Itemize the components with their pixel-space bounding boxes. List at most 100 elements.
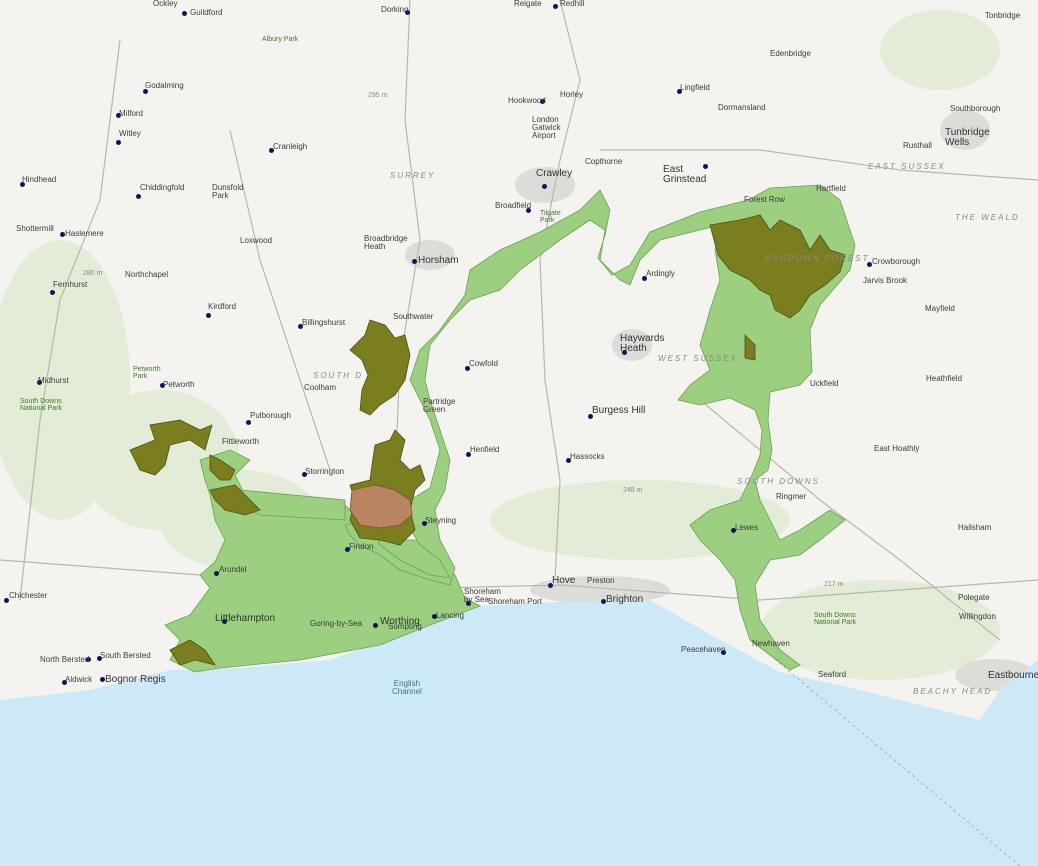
map-label-the-weald: THE WEALD bbox=[955, 213, 1020, 222]
map-label-crowborough: Crowborough bbox=[872, 257, 921, 266]
map-label-goring: Goring-by-Sea bbox=[310, 619, 363, 628]
map-label-burgess-hill: Burgess Hill bbox=[592, 405, 646, 416]
map-label-eastbourne: Eastbourne bbox=[988, 670, 1038, 681]
map-label-elev-3: 280 m bbox=[83, 270, 103, 277]
map-label-petworth: Petworth bbox=[163, 380, 195, 389]
map-label-west-sussex: WEST SUSSEX bbox=[658, 354, 738, 363]
map-label-horley: Horley bbox=[560, 90, 584, 99]
map-label-surrey: SURREY bbox=[390, 171, 436, 180]
map-label-coolham: Coolham bbox=[304, 383, 337, 392]
map-label-dorking: Dorking bbox=[381, 5, 409, 14]
town-dot-chiddingfold bbox=[136, 194, 141, 199]
map-label-hindhead: Hindhead bbox=[22, 175, 57, 184]
map-label-northchapel: Northchapel bbox=[125, 270, 169, 279]
map-label-south-downs-1: SOUTH D bbox=[313, 371, 363, 380]
map-label-hove: Hove bbox=[552, 575, 576, 586]
town-dot-pulborough bbox=[246, 420, 251, 425]
map-label-billingshurst: Billingshurst bbox=[302, 318, 346, 327]
map-label-lingfield: Lingfield bbox=[680, 83, 710, 92]
map-label-crawley: Crawley bbox=[536, 168, 573, 179]
map-label-tunbridge: Tunbridge Wells bbox=[945, 127, 990, 148]
map-label-east-hoathly: East Hoathly bbox=[874, 444, 920, 453]
map-label-cowfold: Cowfold bbox=[469, 359, 498, 368]
map-canvas[interactable]: Guildford Ockley Dorking Reigate Redhill Tonb… bbox=[0, 0, 1038, 866]
map-label-fittleworth: Fittleworth bbox=[222, 437, 259, 446]
map-label-partridge-green: Partridge Green bbox=[423, 397, 456, 414]
map-label-pulborough: Pulborough bbox=[250, 411, 291, 420]
map-label-sdnp-2: South Downs National Park bbox=[814, 612, 857, 626]
map-label-storrington: Storrington bbox=[305, 467, 345, 476]
map-label-bognor: Bognor Regis bbox=[105, 674, 166, 685]
map-label-henfield: Henfield bbox=[470, 445, 500, 454]
map-label-midhurst: Midhurst bbox=[38, 376, 69, 385]
map-label-reigate: Reigate bbox=[514, 0, 542, 8]
map-label-witley: Witley bbox=[119, 129, 141, 138]
town-dot-crawley bbox=[542, 184, 547, 189]
map-label-jarvis-brook: Jarvis Brook bbox=[863, 276, 908, 285]
map-label-broadfield: Broadfield bbox=[495, 201, 532, 210]
map-label-heathfield: Heathfield bbox=[926, 374, 963, 383]
map-label-english-channel: English Channel bbox=[392, 679, 422, 696]
town-dot-witley bbox=[116, 140, 121, 145]
town-dot-horsham bbox=[412, 259, 417, 264]
map-label-dunsfold: Dunsfold Park bbox=[212, 183, 244, 200]
map-label-tilgate: Tilgate Park bbox=[540, 210, 561, 224]
map-label-tonbridge: Tonbridge bbox=[985, 11, 1021, 20]
map-label-ashdown: ASHDOWN FOREST bbox=[765, 254, 870, 263]
town-dot-guildford bbox=[182, 11, 187, 16]
map-label-findon: Findon bbox=[349, 542, 374, 551]
map-label-south-bersted: South Bersted bbox=[100, 651, 151, 660]
map-label-chichester: Chichester bbox=[9, 591, 48, 600]
map-label-preston: Preston bbox=[587, 576, 615, 585]
map-label-aldwick: Aldwick bbox=[65, 675, 93, 684]
map-label-gatwick: London Gatwick Airport bbox=[532, 115, 561, 140]
map-label-newhaven: Newhaven bbox=[752, 639, 790, 648]
map-label-lewes: Lewes bbox=[735, 523, 759, 532]
map-label-forest-row: Forest Row bbox=[744, 195, 785, 204]
map-label-brighton: Brighton bbox=[606, 594, 644, 605]
town-dot-kirdford bbox=[206, 313, 211, 318]
map-label-godalming: Godalming bbox=[145, 81, 184, 90]
map-label-beachy-head: BEACHY HEAD bbox=[913, 687, 993, 696]
map-label-hassocks: Hassocks bbox=[570, 452, 605, 461]
map-label-haywards-heath: Haywards Heath bbox=[620, 333, 665, 354]
map-label-littlehampton: Littlehampton bbox=[215, 613, 276, 624]
town-dot-fernhurst bbox=[50, 290, 55, 295]
map-label-milford: Milford bbox=[119, 109, 144, 118]
town-dot-redhill bbox=[553, 4, 558, 9]
map-label-willingdon: Willingdon bbox=[959, 612, 996, 621]
map-label-kirdford: Kirdford bbox=[208, 302, 237, 311]
map-label-elev-1: 217 m bbox=[824, 581, 844, 588]
map-label-dormansland: Dormansland bbox=[718, 103, 766, 112]
map-label-lancing: Lancing bbox=[436, 611, 465, 620]
map-label-guildford: Guildford bbox=[190, 8, 223, 17]
map-label-broadbridge: Broadbridge Heath bbox=[364, 234, 408, 251]
map-label-seaford: Seaford bbox=[818, 670, 847, 679]
map-label-south-downs-2: SOUTH DOWNS bbox=[737, 477, 820, 486]
map-label-loxwood: Loxwood bbox=[240, 236, 273, 245]
map-label-north-bersted: North Bersted bbox=[40, 655, 90, 664]
map-base-layer bbox=[0, 0, 1038, 866]
map-label-arundel: Arundel bbox=[219, 565, 247, 574]
map-label-east-grinstead: East Grinstead bbox=[663, 164, 707, 185]
map-label-edenbridge: Edenbridge bbox=[770, 49, 811, 58]
map-label-uckfield: Uckfield bbox=[810, 379, 839, 388]
map-label-elev-4: 295 m bbox=[368, 92, 388, 99]
map-label-ringmer: Ringmer bbox=[776, 492, 807, 501]
map-label-haslemere: Haslemere bbox=[65, 229, 104, 238]
map-label-hailsham: Hailsham bbox=[958, 523, 992, 532]
map-label-petworth-park: Petworth Park bbox=[133, 366, 161, 380]
map-label-copthorne: Copthorne bbox=[585, 157, 623, 166]
town-dot-worthing bbox=[373, 623, 378, 628]
map-label-rusthall: Rusthall bbox=[903, 141, 932, 150]
map-label-mayfield: Mayfield bbox=[925, 304, 955, 313]
map-label-fernhurst: Fernhurst bbox=[53, 280, 88, 289]
map-label-redhill: Redhill bbox=[560, 0, 585, 8]
map-label-horsham: Horsham bbox=[418, 255, 459, 266]
map-label-worthing: Worthing bbox=[380, 616, 420, 627]
map-label-shoreham-port: Shoreham Port bbox=[488, 597, 542, 606]
map-label-albury-park: Albury Park bbox=[262, 36, 299, 43]
map-label-peacehaven: Peacehaven bbox=[681, 645, 726, 654]
map-label-sdnp-1: South Downs National Park bbox=[20, 398, 63, 412]
map-label-shottermill: Shottermill bbox=[16, 224, 54, 233]
